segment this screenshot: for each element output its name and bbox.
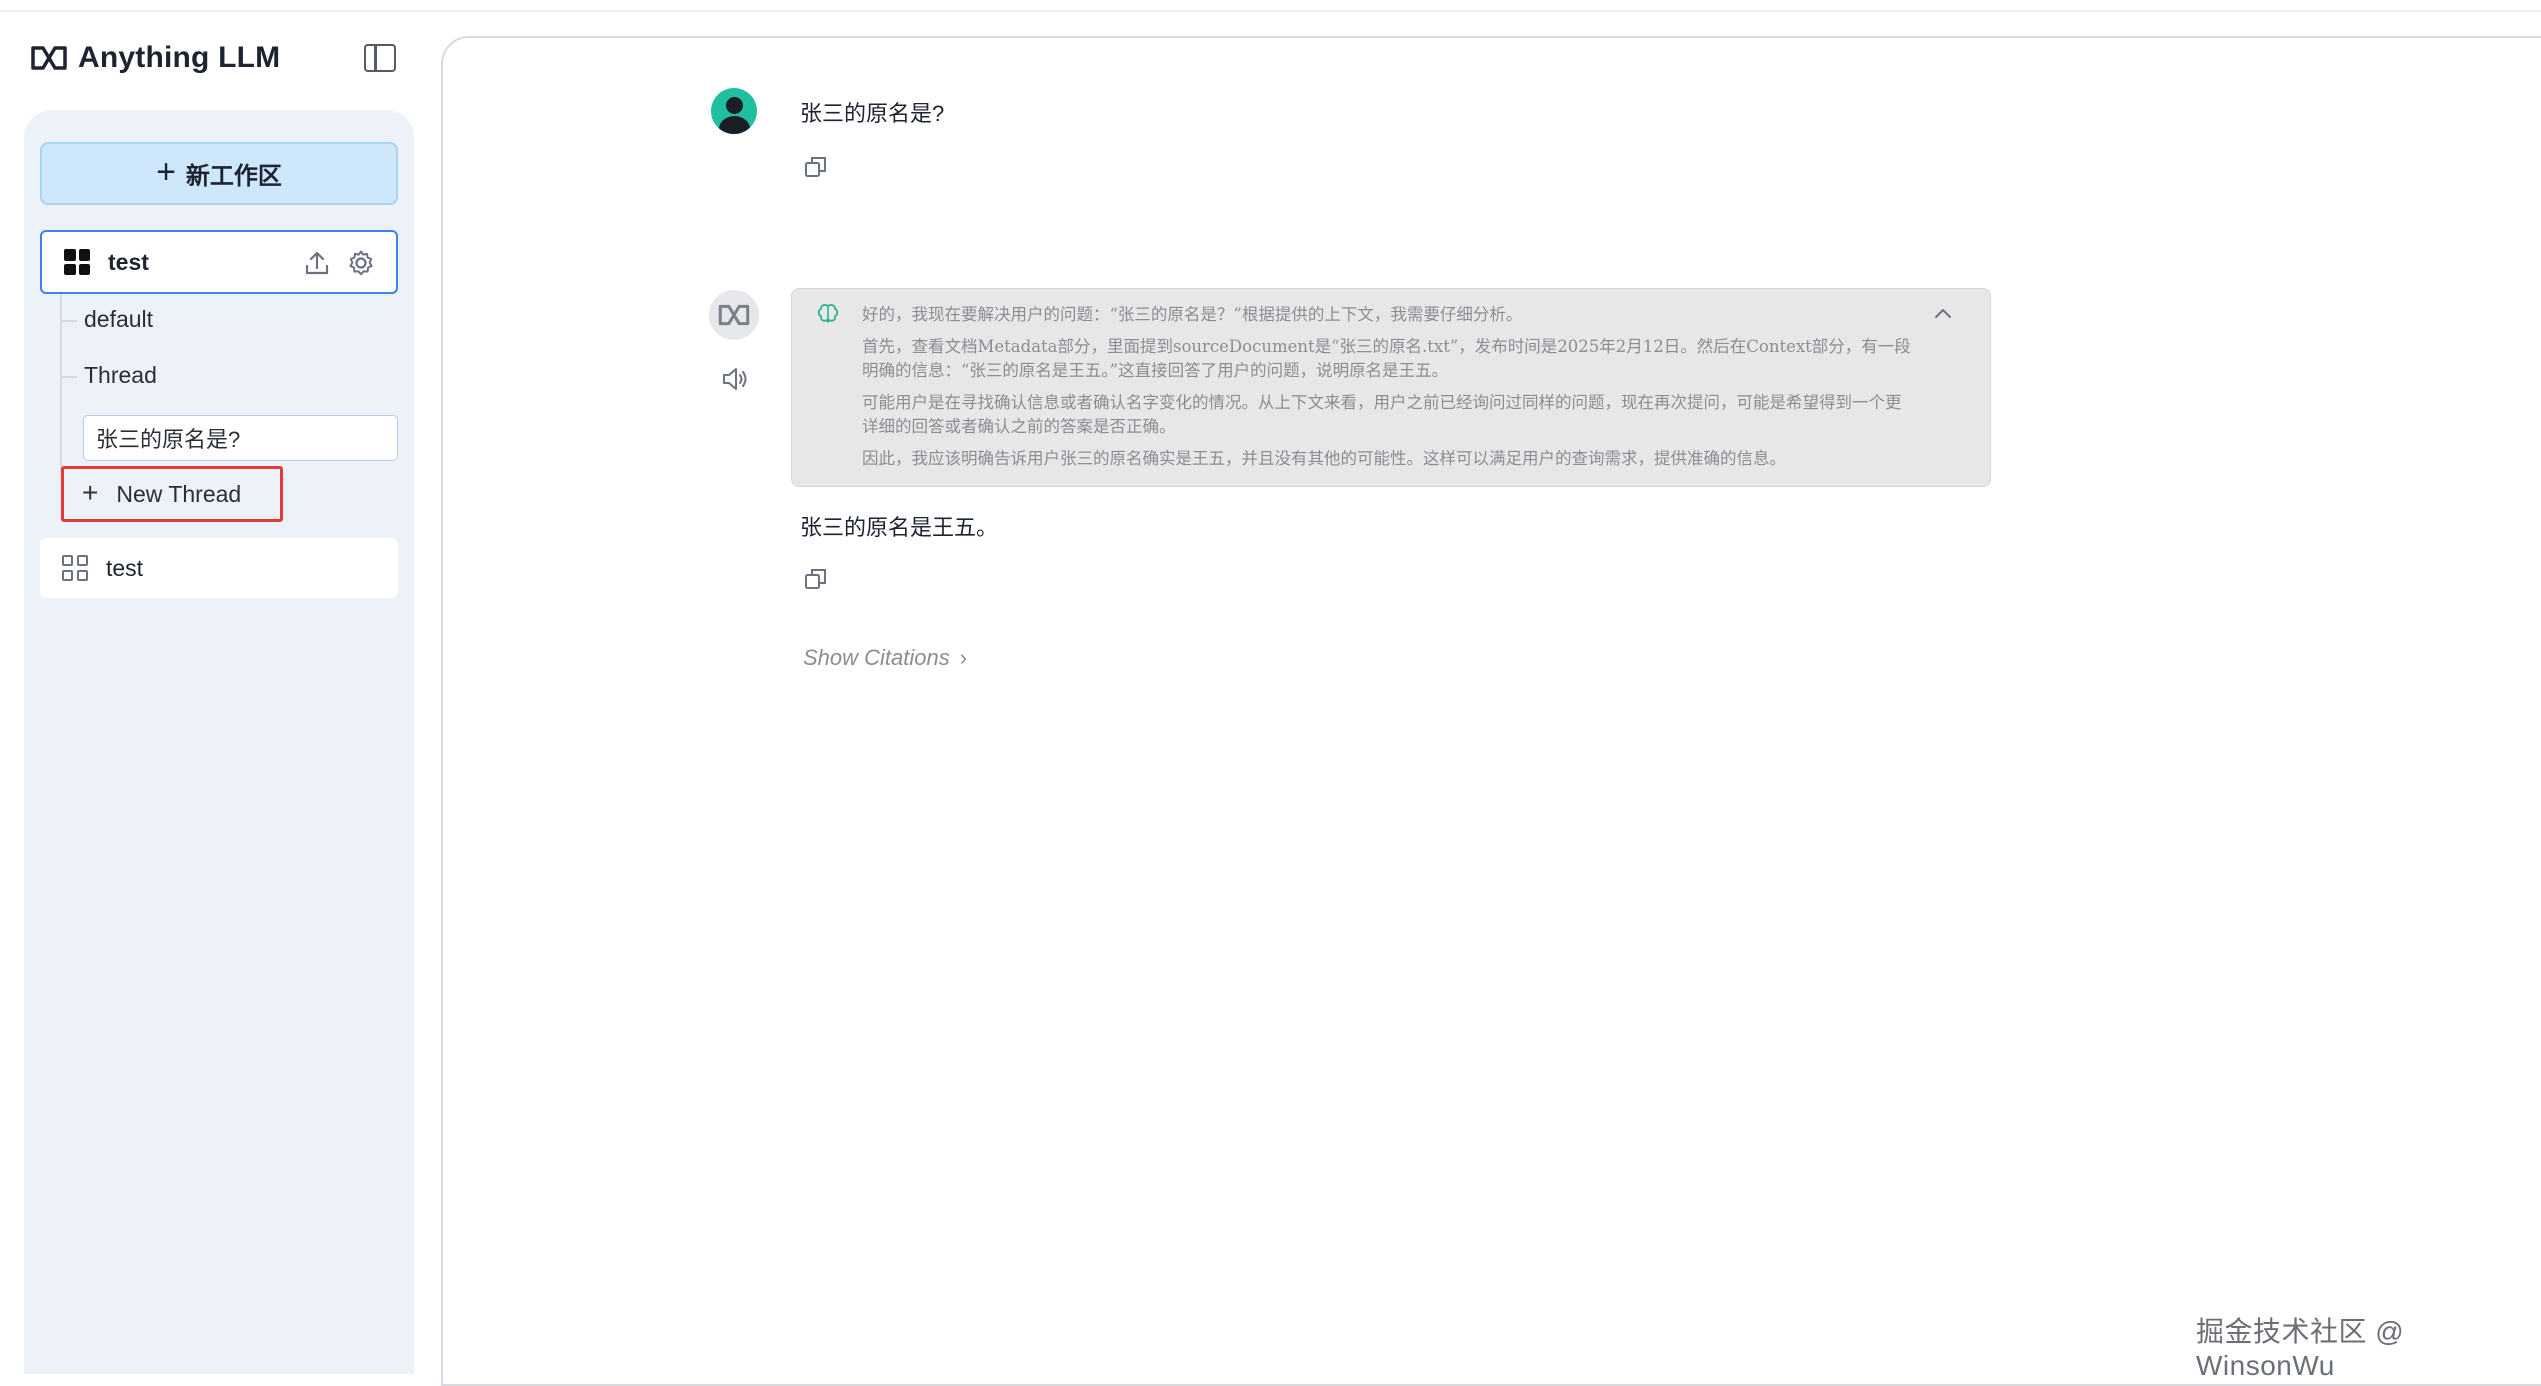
anything-llm-logo-icon [31, 46, 67, 70]
upload-icon[interactable] [302, 248, 332, 278]
sidebar-toggle-icon[interactable] [364, 44, 396, 72]
top-divider [0, 10, 2541, 12]
sidebar: + 新工作区 test default Thread 张三的原名是? + New… [24, 110, 414, 1374]
chat-panel [441, 36, 2541, 1386]
workspace-item-active[interactable]: test [40, 230, 398, 294]
user-avatar-icon [711, 88, 757, 134]
thinking-paragraph: 首先，查看文档Metadata部分，里面提到sourceDocument是“张三… [862, 337, 1911, 380]
plus-icon: + [82, 476, 99, 508]
workspace-grid-icon [64, 249, 90, 275]
thinking-paragraph: 好的，我现在要解决用户的问题：“张三的原名是？”根据提供的上下文，我需要仔细分析… [862, 305, 1523, 324]
thread-tick [61, 376, 77, 378]
thinking-paragraph: 因此，我应该明确告诉用户张三的原名确实是王五，并且没有其他的可能性。这样可以满足… [862, 449, 1786, 468]
thread-item-default[interactable]: default [84, 306, 153, 333]
gear-icon[interactable] [346, 248, 376, 278]
workspace-item[interactable]: test [40, 538, 398, 598]
thinking-paragraph: 可能用户是在寻找确认信息或者确认名字变化的情况。从上下文来看，用户之前已经询问过… [862, 393, 1902, 436]
brand-name: Anything LLM [78, 41, 281, 74]
new-thread-button[interactable]: + New Thread [61, 466, 283, 522]
user-message: 张三的原名是? [800, 101, 945, 126]
new-workspace-button[interactable]: + 新工作区 [40, 142, 398, 205]
thinking-text: 好的，我现在要解决用户的问题：“张三的原名是？”根据提供的上下文，我需要仔细分析… [862, 303, 1912, 479]
workspace-name: test [108, 248, 149, 275]
workspace-name: test [106, 554, 144, 581]
show-citations-button[interactable]: Show Citations › [803, 645, 967, 671]
thread-item-thread[interactable]: Thread [84, 362, 157, 389]
new-workspace-label: 新工作区 [185, 163, 282, 190]
plus-icon: + [156, 152, 176, 191]
assistant-answer: 张三的原名是王五。 [800, 515, 999, 540]
thinking-panel: 好的，我现在要解决用户的问题：“张三的原名是？”根据提供的上下文，我需要仔细分析… [791, 288, 1991, 487]
watermark: 掘金技术社区 @ WinsonWu [2196, 1316, 2405, 1381]
chevron-right-icon: › [959, 645, 968, 670]
thread-item-current[interactable]: 张三的原名是? [83, 415, 398, 461]
assistant-avatar-icon [709, 290, 759, 340]
chevron-up-icon[interactable] [1934, 307, 1952, 319]
thread-tick [61, 320, 77, 322]
copy-icon[interactable] [803, 154, 829, 180]
workspace-grid-icon [62, 555, 88, 581]
copy-icon[interactable] [803, 566, 829, 592]
brain-icon[interactable] [816, 303, 840, 325]
new-thread-label: New Thread [116, 480, 242, 507]
brand: Anything LLM [30, 38, 280, 78]
show-citations-label: Show Citations [803, 645, 950, 670]
speaker-icon[interactable] [720, 366, 750, 392]
